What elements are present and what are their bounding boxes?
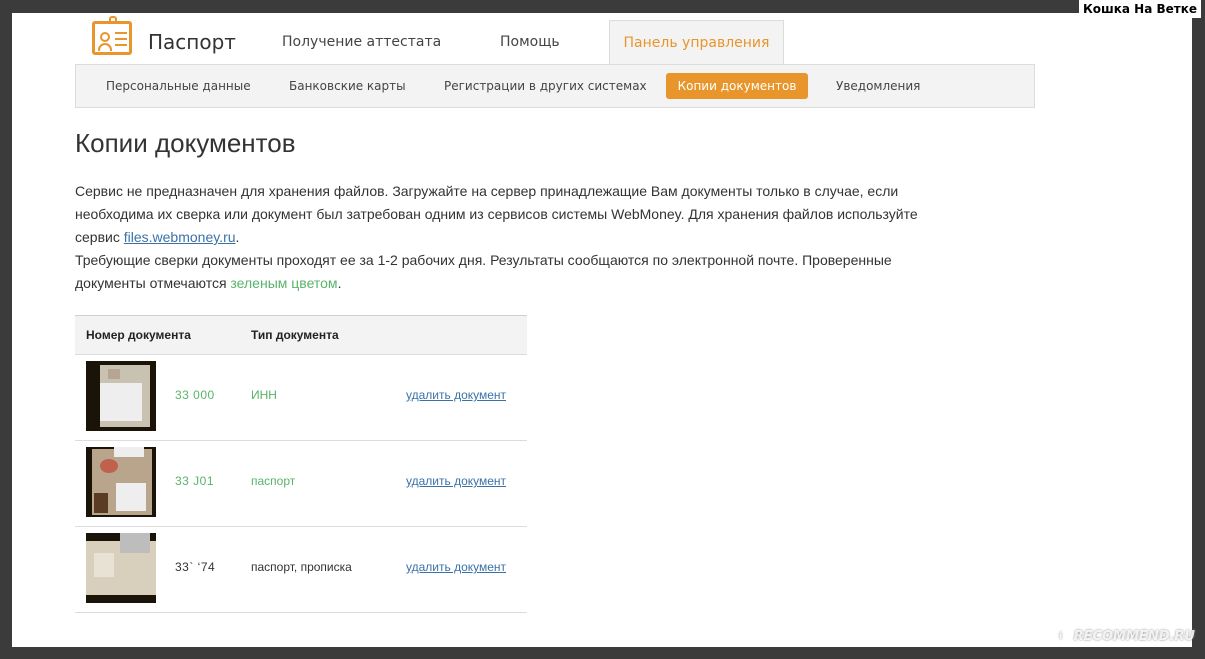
page-title: Копии документов (75, 128, 296, 158)
table-row: 33 000 ИНН удалить документ (75, 355, 527, 441)
watermark-label: Кошка На Ветке (1078, 0, 1201, 18)
description-line: Сервис не предназначен для хранения файл… (75, 183, 899, 199)
document-thumbnail[interactable] (86, 533, 156, 603)
subnav-personal-data[interactable]: Персональные данные (106, 79, 251, 93)
document-type: паспорт, прописка (251, 560, 352, 574)
subnav-other-registrations[interactable]: Регистрации в других системах (444, 79, 647, 93)
description: Сервис не предназначен для хранения файл… (75, 180, 1035, 295)
passport-logo-icon[interactable] (92, 16, 132, 55)
nav-control-panel[interactable]: Панель управления (609, 20, 784, 64)
recommend-watermark: i RECOMMEND.RU (1051, 627, 1195, 645)
header-document-type: Тип документа (251, 328, 339, 342)
document-number: 33 J01 (175, 474, 215, 488)
subnav-notifications[interactable]: Уведомления (836, 79, 920, 93)
table-header: Номер документа Тип документа (75, 315, 527, 355)
description-line: Требующие сверки документы проходят ее з… (75, 252, 892, 268)
nav-get-certificate[interactable]: Получение аттестата (282, 34, 441, 50)
document-type: ИНН (251, 388, 277, 402)
brand-title[interactable]: Паспорт (148, 30, 236, 54)
screenshot-frame: Кошка На Ветке Паспорт Получение аттеста… (0, 0, 1205, 659)
header-document-number: Номер документа (86, 328, 191, 342)
files-webmoney-link[interactable]: files.webmoney.ru (124, 229, 236, 245)
recommend-logo-icon: i (1051, 627, 1070, 645)
verified-color-text: зеленым цветом (230, 275, 338, 291)
description-text: . (235, 229, 240, 245)
subnav: Персональные данные Банковские карты Рег… (75, 64, 1035, 108)
watermark-text: RECOMMEND.RU (1073, 628, 1195, 644)
table-row: 33 J01 паспорт удалить документ (75, 441, 527, 527)
documents-table: Номер документа Тип документа 33 000 ИНН… (75, 315, 527, 613)
description-text: сервис (75, 229, 124, 245)
description-line: необходима их сверка или документ был за… (75, 206, 918, 222)
delete-document-link[interactable]: удалить документ (406, 560, 506, 574)
description-line: сервис files.webmoney.ru. (75, 226, 1035, 249)
subnav-document-copies[interactable]: Копии документов (666, 73, 808, 99)
description-text: документы отмечаются (75, 275, 231, 291)
nav-help[interactable]: Помощь (500, 34, 560, 50)
document-thumbnail[interactable] (86, 361, 156, 431)
delete-document-link[interactable]: удалить документ (406, 474, 506, 488)
page: Паспорт Получение аттестата Помощь Панел… (12, 13, 1192, 647)
description-line: документы отмечаются зеленым цветом. (75, 272, 1035, 295)
delete-document-link[interactable]: удалить документ (406, 388, 506, 402)
document-type: паспорт (251, 474, 296, 488)
document-number: 33 000 (175, 388, 215, 402)
table-row: 33` ‘74 паспорт, прописка удалить докуме… (75, 527, 527, 613)
document-thumbnail[interactable] (86, 447, 156, 517)
document-number: 33` ‘74 (175, 560, 216, 574)
subnav-bank-cards[interactable]: Банковские карты (289, 79, 406, 93)
description-text: . (337, 275, 342, 291)
